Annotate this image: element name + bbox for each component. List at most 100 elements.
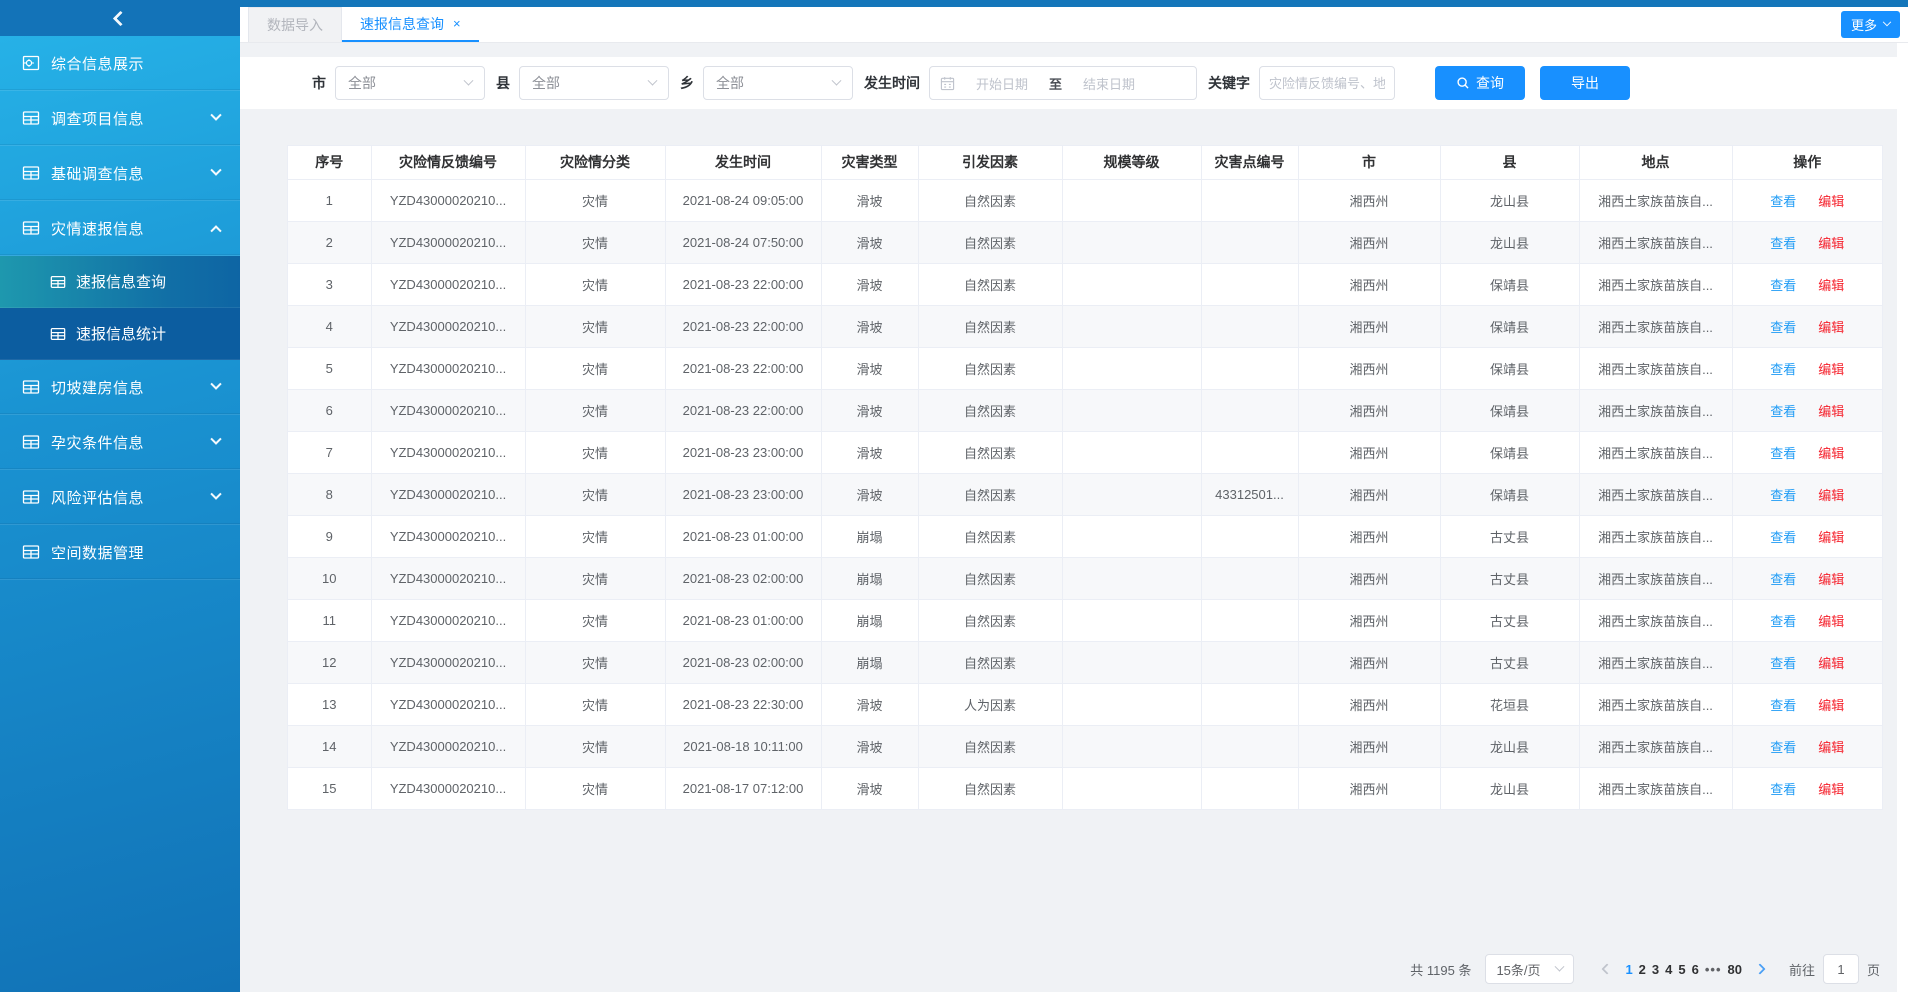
cell-point-code <box>1201 767 1298 809</box>
county-label: 县 <box>496 73 510 93</box>
view-link[interactable]: 查看 <box>1770 194 1796 209</box>
sidebar-item-survey-project-info[interactable]: 调查项目信息 <box>0 91 240 146</box>
view-link[interactable]: 查看 <box>1770 782 1796 797</box>
page-number-80[interactable]: 80 <box>1728 962 1742 977</box>
sidebar-item-comprehensive-info[interactable]: 综合信息展示 <box>0 36 240 91</box>
cell-scale-level <box>1062 515 1201 557</box>
page-number-4[interactable]: 4 <box>1665 962 1672 977</box>
cell-disaster-type: 滑坡 <box>821 221 918 263</box>
cell-city: 湘西州 <box>1298 347 1440 389</box>
view-link[interactable]: 查看 <box>1770 614 1796 629</box>
view-link[interactable]: 查看 <box>1770 404 1796 419</box>
sidebar-item-slope-housing-info[interactable]: 切坡建房信息 <box>0 360 240 415</box>
chevron-down-icon <box>464 75 474 85</box>
cell-disaster-type: 滑坡 <box>821 473 918 515</box>
sidebar-collapse-button[interactable] <box>0 0 240 36</box>
page-size-value: 15条/页 <box>1496 960 1540 979</box>
edit-link[interactable]: 编辑 <box>1818 530 1844 545</box>
cell-disaster-type: 滑坡 <box>821 305 918 347</box>
edit-link[interactable]: 编辑 <box>1818 488 1844 503</box>
edit-link[interactable]: 编辑 <box>1818 404 1844 419</box>
view-link[interactable]: 查看 <box>1770 278 1796 293</box>
view-link[interactable]: 查看 <box>1770 236 1796 251</box>
view-link[interactable]: 查看 <box>1770 446 1796 461</box>
page-number-3[interactable]: 3 <box>1652 962 1659 977</box>
cell-trigger-factor: 自然因素 <box>918 347 1062 389</box>
view-link[interactable]: 查看 <box>1770 320 1796 335</box>
edit-link[interactable]: 编辑 <box>1818 278 1844 293</box>
sidebar-item-basic-survey-info[interactable]: 基础调查信息 <box>0 146 240 201</box>
view-link[interactable]: 查看 <box>1770 488 1796 503</box>
cell-point-code <box>1201 179 1298 221</box>
county-select[interactable]: 全部 <box>519 66 669 100</box>
more-button[interactable]: 更多 <box>1841 11 1900 38</box>
sidebar-item-report-statistics[interactable]: 速报信息统计 <box>0 308 240 360</box>
cell-scale-level <box>1062 221 1201 263</box>
edit-link[interactable]: 编辑 <box>1818 236 1844 251</box>
page-number-2[interactable]: 2 <box>1639 962 1646 977</box>
sidebar-item-hazard-condition-info[interactable]: 孕灾条件信息 <box>0 415 240 470</box>
tab-report-query[interactable]: 速报信息查询 × <box>342 7 479 42</box>
column-header-disaster-type: 灾害类型 <box>821 146 918 179</box>
date-range-picker[interactable]: 开始日期 至 结束日期 <box>929 66 1197 100</box>
page-number-6[interactable]: 6 <box>1692 962 1699 977</box>
cell-occur-time: 2021-08-23 02:00:00 <box>665 557 821 599</box>
tab-label: 数据导入 <box>267 15 323 35</box>
table-row: 3 YZD43000020210... 灾情 2021-08-23 22:00:… <box>288 263 1882 305</box>
cell-scale-level <box>1062 599 1201 641</box>
view-link[interactable]: 查看 <box>1770 656 1796 671</box>
start-date-placeholder[interactable]: 开始日期 <box>959 74 1045 93</box>
town-select[interactable]: 全部 <box>703 66 853 100</box>
edit-link[interactable]: 编辑 <box>1818 446 1844 461</box>
page-ellipsis[interactable]: ••• <box>1705 962 1722 977</box>
cell-actions: 查看 编辑 <box>1732 515 1882 557</box>
page-number-5[interactable]: 5 <box>1678 962 1685 977</box>
goto-page-input[interactable] <box>1823 954 1859 984</box>
scrollbar-track[interactable] <box>1897 43 1908 992</box>
cell-city: 湘西州 <box>1298 431 1440 473</box>
end-date-placeholder[interactable]: 结束日期 <box>1066 74 1152 93</box>
cell-trigger-factor: 自然因素 <box>918 557 1062 599</box>
cell-feedback-code: YZD43000020210... <box>371 767 525 809</box>
view-link[interactable]: 查看 <box>1770 362 1796 377</box>
cell-city: 湘西州 <box>1298 179 1440 221</box>
cell-feedback-code: YZD43000020210... <box>371 515 525 557</box>
edit-link[interactable]: 编辑 <box>1818 320 1844 335</box>
view-link[interactable]: 查看 <box>1770 740 1796 755</box>
sidebar-item-disaster-report-info[interactable]: 灾情速报信息 <box>0 201 240 256</box>
page-size-select[interactable]: 15条/页 <box>1485 954 1574 984</box>
view-link[interactable]: 查看 <box>1770 530 1796 545</box>
view-link[interactable]: 查看 <box>1770 698 1796 713</box>
edit-link[interactable]: 编辑 <box>1818 614 1844 629</box>
cell-feedback-code: YZD43000020210... <box>371 347 525 389</box>
edit-link[interactable]: 编辑 <box>1818 362 1844 377</box>
edit-link[interactable]: 编辑 <box>1818 572 1844 587</box>
edit-link[interactable]: 编辑 <box>1818 656 1844 671</box>
cell-point-code <box>1201 725 1298 767</box>
cell-feedback-code: YZD43000020210... <box>371 389 525 431</box>
edit-link[interactable]: 编辑 <box>1818 782 1844 797</box>
cell-trigger-factor: 自然因素 <box>918 725 1062 767</box>
sidebar-item-report-query[interactable]: 速报信息查询 <box>0 256 240 308</box>
cell-category: 灾情 <box>525 767 665 809</box>
view-link[interactable]: 查看 <box>1770 572 1796 587</box>
page-number-1[interactable]: 1 <box>1625 962 1632 977</box>
tab-data-import[interactable]: 数据导入 <box>248 7 342 42</box>
edit-link[interactable]: 编辑 <box>1818 698 1844 713</box>
export-button[interactable]: 导出 <box>1540 66 1630 100</box>
next-page-button[interactable] <box>1745 965 1775 973</box>
keyword-input[interactable] <box>1259 66 1395 100</box>
close-icon[interactable]: × <box>453 16 461 31</box>
prev-page-button[interactable] <box>1592 965 1622 973</box>
edit-link[interactable]: 编辑 <box>1818 194 1844 209</box>
cell-scale-level <box>1062 767 1201 809</box>
search-button[interactable]: 查询 <box>1435 66 1525 100</box>
city-select[interactable]: 全部 <box>335 66 485 100</box>
sidebar-item-risk-assessment-info[interactable]: 风险评估信息 <box>0 470 240 525</box>
cell-seq: 13 <box>288 683 371 725</box>
cell-trigger-factor: 自然因素 <box>918 599 1062 641</box>
sidebar-item-spatial-data-management[interactable]: 空间数据管理 <box>0 525 240 580</box>
cell-actions: 查看 编辑 <box>1732 305 1882 347</box>
cell-seq: 11 <box>288 599 371 641</box>
edit-link[interactable]: 编辑 <box>1818 740 1844 755</box>
